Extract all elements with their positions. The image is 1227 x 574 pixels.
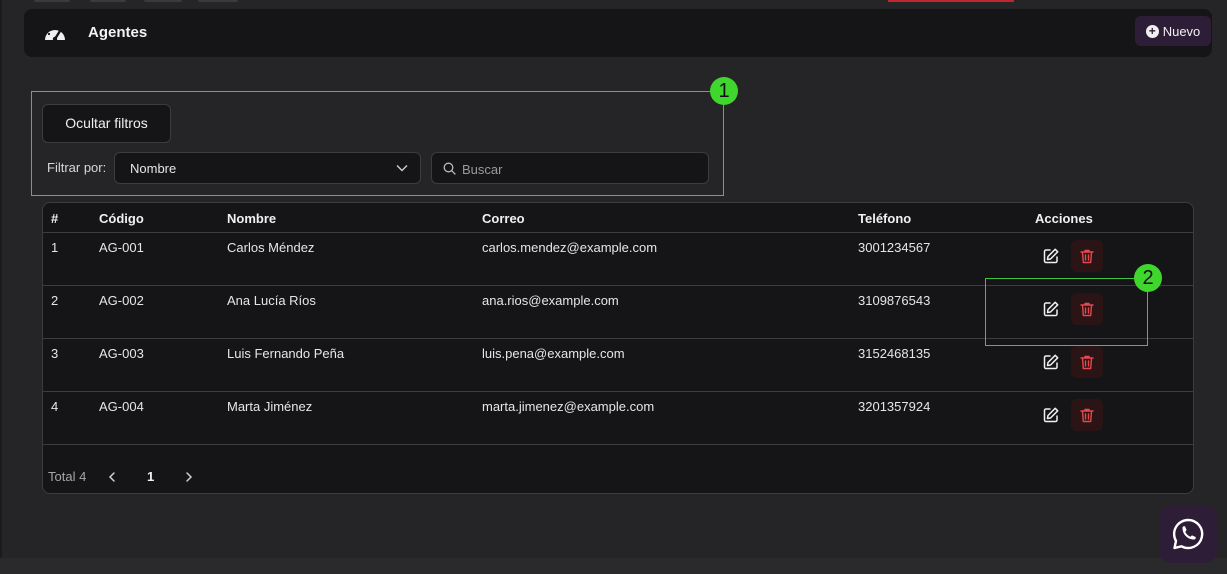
chevron-left-icon[interactable] (105, 470, 119, 484)
filter-by-select[interactable]: Nombre (114, 152, 421, 184)
row-phone: 3001234567 (858, 240, 931, 255)
row-number: 4 (51, 399, 59, 414)
row-code: AG-004 (99, 399, 144, 414)
row-phone: 3152468135 (858, 346, 931, 361)
trash-icon (1080, 408, 1094, 423)
row-email: luis.pena@example.com (482, 346, 625, 361)
annotation-box-2 (985, 278, 1148, 346)
trash-icon (1080, 355, 1094, 370)
left-edge (0, 0, 2, 560)
column-header-number: # (51, 211, 59, 226)
search-input[interactable] (462, 159, 698, 179)
top-toolbar-button[interactable] (90, 0, 126, 2)
agents-table: # Código Nombre Correo Teléfono Acciones… (42, 202, 1194, 494)
chevron-right-icon[interactable] (182, 470, 196, 484)
hide-filters-button[interactable]: Ocultar filtros (42, 104, 171, 143)
table-row: 4 AG-004 Marta Jiménez marta.jimenez@exa… (43, 392, 1193, 445)
row-phone: 3109876543 (858, 293, 931, 308)
annotation-badge-1: 1 (710, 77, 738, 105)
pagination-current-page[interactable]: 1 (147, 469, 154, 484)
row-number: 1 (51, 240, 59, 255)
row-email: marta.jimenez@example.com (482, 399, 655, 414)
row-name: Ana Lucía Ríos (227, 293, 316, 308)
chevron-down-icon (396, 165, 408, 172)
edit-icon[interactable] (1042, 353, 1060, 371)
dashboard-gauge-icon (45, 26, 65, 42)
table-header: # Código Nombre Correo Teléfono Acciones (43, 203, 1193, 233)
whatsapp-icon (1172, 518, 1204, 550)
page-title: Agentes (88, 24, 148, 41)
top-alert-bar[interactable] (888, 0, 1014, 2)
column-header-actions: Acciones (1035, 211, 1093, 226)
plus-circle-icon: + (1145, 24, 1159, 38)
annotation-badge-2: 2 (1134, 264, 1162, 292)
row-name: Carlos Méndez (227, 240, 315, 255)
search-icon (443, 162, 456, 175)
search-field[interactable] (431, 152, 709, 184)
row-name: Luis Fernando Peña (227, 346, 345, 361)
top-toolbar-button[interactable] (144, 0, 182, 2)
edit-icon[interactable] (1042, 406, 1060, 424)
row-email: ana.rios@example.com (482, 293, 619, 308)
row-email: carlos.mendez@example.com (482, 240, 658, 255)
delete-button[interactable] (1071, 346, 1103, 378)
row-name: Marta Jiménez (227, 399, 313, 414)
bottom-edge (0, 558, 1227, 574)
trash-icon (1080, 249, 1094, 264)
delete-button[interactable] (1071, 399, 1103, 431)
filter-by-value: Nombre (130, 161, 177, 176)
column-header-email: Correo (482, 211, 525, 226)
pagination-total: Total 4 (48, 469, 87, 484)
row-code: AG-003 (99, 346, 144, 361)
pagination: Total 4 1 (43, 461, 1193, 491)
row-code: AG-002 (99, 293, 144, 308)
new-button-label: Nuevo (1162, 23, 1201, 39)
table-row: 3 AG-003 Luis Fernando Peña luis.pena@ex… (43, 339, 1193, 392)
filter-by-label: Filtrar por: (47, 160, 107, 175)
row-number: 3 (51, 346, 59, 361)
column-header-code: Código (99, 211, 144, 226)
top-toolbar-button[interactable] (34, 0, 70, 2)
row-phone: 3201357924 (858, 399, 931, 414)
row-code: AG-001 (99, 240, 144, 255)
new-agent-button[interactable]: + Nuevo (1135, 16, 1211, 46)
whatsapp-button[interactable] (1159, 505, 1217, 563)
edit-icon[interactable] (1042, 247, 1060, 265)
top-toolbar-button[interactable] (198, 0, 238, 2)
page-header: Agentes (24, 9, 1212, 57)
column-header-phone: Teléfono (858, 211, 912, 226)
delete-button[interactable] (1071, 240, 1103, 272)
row-number: 2 (51, 293, 59, 308)
column-header-name: Nombre (227, 211, 277, 226)
